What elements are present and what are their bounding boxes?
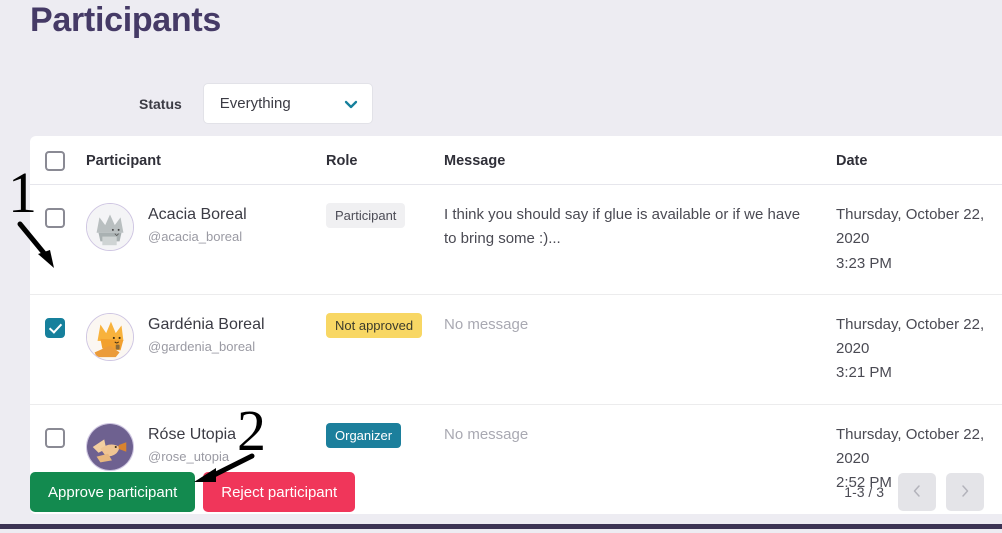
message-cell: I think you should say if glue is availa…	[444, 184, 836, 295]
bottom-accent-bar	[0, 524, 1002, 529]
chevron-down-icon	[344, 97, 358, 111]
table-header-row: Participant Role Message Date	[30, 136, 1002, 185]
participant-cell: Acacia Boreal @acacia_boreal	[86, 184, 326, 295]
reject-participant-button[interactable]: Reject participant	[203, 472, 356, 512]
row-select-cell	[30, 294, 86, 405]
select-all-header	[30, 136, 86, 185]
message-text: I think you should say if glue is availa…	[444, 206, 801, 248]
participant-handle: @rose_utopia	[148, 448, 230, 464]
page-title: Participants	[30, 1, 222, 39]
pagination-next-button[interactable]	[946, 473, 984, 511]
status-filter-label: Status	[139, 95, 182, 112]
participant-handle: @acacia_boreal	[148, 229, 243, 244]
row-select-cell	[30, 184, 86, 295]
date-line-2: 2020	[836, 340, 870, 358]
role-cell: Participant	[326, 184, 444, 295]
date-line-3: 3:21 PM	[836, 364, 892, 382]
participant-name: Gardénia Boreal	[148, 315, 265, 333]
orange-fox-avatar	[86, 312, 134, 361]
status-select[interactable]: Everything	[202, 83, 373, 124]
status-select-value: Everything	[219, 95, 291, 112]
date-line-1: Thursday, October 22,	[836, 425, 985, 443]
message-cell: No message	[444, 294, 836, 405]
message-text: No message	[444, 315, 529, 333]
grey-fox-avatar	[86, 203, 134, 251]
row-checkbox[interactable]	[45, 208, 65, 228]
select-all-checkbox[interactable]	[45, 151, 65, 171]
chevron-right-icon	[959, 484, 971, 500]
pagination: 1-3 / 3	[844, 473, 1002, 511]
status-badge: Not approved	[326, 312, 423, 338]
table-footer: Approve participant Reject participant 1…	[30, 472, 1002, 512]
status-filter-bar: Status Everything	[0, 83, 1002, 124]
role-cell: Not approved	[326, 294, 444, 405]
row-checkbox[interactable]	[45, 427, 65, 448]
table-row: Gardénia Boreal @gardenia_boreal Not app…	[30, 294, 1002, 405]
participant-name: Acacia Boreal	[148, 206, 247, 223]
header-role: Role	[326, 136, 444, 185]
status-badge: Participant	[326, 203, 406, 228]
table-row: Acacia Boreal @acacia_boreal Participant…	[30, 184, 1002, 295]
date-line-1: Thursday, October 22,	[836, 206, 985, 223]
row-checkbox[interactable]	[45, 317, 65, 338]
participants-table: Participant Role Message Date Acacia Bor…	[30, 136, 1002, 514]
date-line-2: 2020	[836, 450, 870, 468]
date-line-1: Thursday, October 22,	[836, 315, 985, 333]
purple-bird-avatar	[86, 422, 134, 471]
pagination-prev-button[interactable]	[898, 473, 936, 511]
date-cell: Thursday, October 22, 2020 3:23 PM	[836, 184, 1002, 295]
chevron-left-icon	[911, 484, 923, 500]
date-line-3: 3:23 PM	[836, 254, 892, 272]
date-line-2: 2020	[836, 230, 870, 248]
header-message: Message	[444, 136, 836, 185]
header-participant: Participant	[86, 136, 326, 185]
header-date: Date	[836, 136, 1002, 185]
participant-cell: Gardénia Boreal @gardenia_boreal	[86, 294, 326, 405]
participant-name: Róse Utopia	[148, 425, 237, 443]
participant-handle: @gardenia_boreal	[148, 338, 256, 354]
status-badge: Organizer	[326, 422, 402, 448]
participants-table-card: Participant Role Message Date Acacia Bor…	[30, 136, 1002, 514]
approve-participant-button[interactable]: Approve participant	[30, 472, 196, 512]
pagination-range-label: 1-3 / 3	[844, 484, 884, 500]
date-cell: Thursday, October 22, 2020 3:21 PM	[836, 294, 1002, 405]
message-text: No message	[444, 425, 529, 443]
